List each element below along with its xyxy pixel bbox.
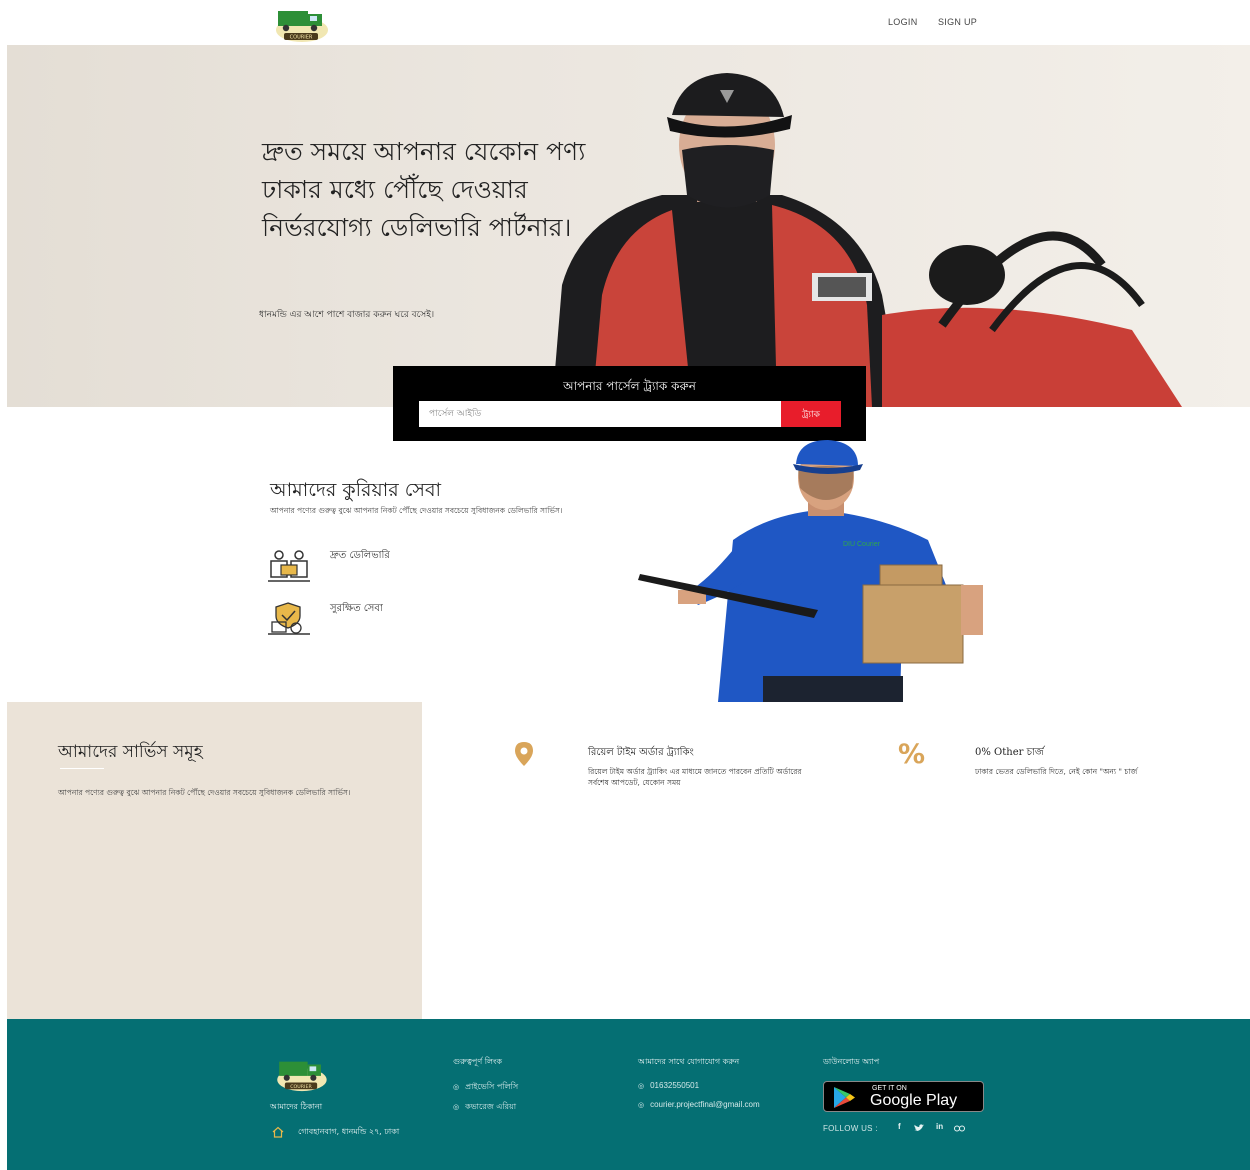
signup-link[interactable]: SIGN UP — [938, 17, 977, 27]
bullet-icon: ◎ — [638, 1101, 645, 1109]
svg-text:COURIER: COURIER — [290, 35, 313, 41]
app-title: ডাউনলোড অ্যাপ — [823, 1057, 880, 1066]
secure-service-icon — [268, 602, 310, 635]
store-name: Google Play — [870, 1092, 958, 1109]
links-title: গুরুত্বপূর্ণ লিংক — [453, 1057, 503, 1066]
link-icon[interactable] — [954, 1125, 965, 1132]
feature-charge-description: ঢাকার ভেতর ডেলিভারি দিতে, নেই কোন "অন্য … — [975, 767, 1138, 776]
address-title: আমাদের ঠিকানা — [270, 1102, 323, 1111]
track-parcel-box: আপনার পার্সেল ট্র্যাক করুন ট্র্যাক — [393, 366, 866, 441]
fast-delivery-label: দ্রুত ডেলিভারি — [330, 550, 390, 561]
track-title: আপনার পার্সেল ট্র্যাক করুন — [563, 379, 696, 393]
address-text: গোবহানবাগ, ধানমন্ডি ২৭, ঢাকা — [298, 1127, 400, 1136]
facebook-icon[interactable]: f — [898, 1122, 901, 1131]
shirt-logo-text: DIU Courier — [843, 541, 881, 548]
location-pin-icon — [515, 742, 533, 766]
percent-icon: % — [898, 739, 926, 770]
home-icon — [272, 1126, 284, 1138]
bullet-icon: ◎ — [638, 1082, 645, 1090]
login-link[interactable]: LOGIN — [888, 17, 918, 27]
email-link[interactable]: ◎ courier.projectfinal@gmail.com — [638, 1100, 760, 1109]
bullet-icon: ◎ — [453, 1103, 460, 1111]
google-play-icon — [834, 1087, 855, 1108]
site-footer — [7, 1019, 1250, 1170]
courier-service-title: আমাদের কুরিয়ার সেবা — [270, 479, 442, 501]
diu-courier-logo[interactable]: COURIER — [270, 4, 332, 44]
phone-link[interactable]: ◎ 01632550501 — [638, 1081, 699, 1090]
bullet-icon: ◎ — [453, 1083, 460, 1091]
site-header: COURIER LOGIN SIGN UP — [0, 0, 1250, 45]
services-divider — [60, 768, 104, 769]
parcel-id-input[interactable] — [419, 401, 781, 427]
svg-text:COURIER: COURIER — [290, 1084, 312, 1090]
feature-tracking-title: রিয়েল টাইম অর্ডার ট্র্যাকিং — [588, 747, 694, 758]
store-caption: GET IT ON — [872, 1085, 907, 1092]
secure-service-label: সুরক্ষিত সেবা — [330, 603, 383, 614]
track-button[interactable]: ট্র্যাক — [781, 401, 841, 427]
fast-delivery-icon — [268, 550, 310, 582]
hero-banner: দ্রুত সময়ে আপনার যেকোন পণ্য ঢাকার মধ্যে… — [7, 45, 1250, 407]
twitter-icon[interactable] — [914, 1124, 924, 1132]
follow-us-label: FOLLOW US : — [823, 1124, 878, 1133]
feature-charge-title: 0% Other চার্জ — [975, 747, 1044, 758]
google-play-badge[interactable]: GET IT ON Google Play — [823, 1081, 984, 1112]
courier-service-description: আপনার পণ্যের গুরুত্ব বুঝে আপনার নিকট পৌঁ… — [270, 506, 563, 515]
linkedin-icon[interactable]: in — [936, 1122, 943, 1131]
courier-man-photo: DIU Courier — [638, 440, 983, 702]
hero-subtitle: ধানমন্ডি এর আশে পাশে বাজার করুন ঘরে বসেই… — [259, 310, 435, 320]
contact-title: আমাদের সাথে যোগাযোগ করুন — [638, 1057, 740, 1066]
services-description: আপনার পণ্যের গুরুত্ব বুঝে আপনার নিকট পৌঁ… — [58, 788, 351, 797]
coverage-area-link[interactable]: ◎ কভারেজ এরিয়া — [453, 1101, 516, 1114]
feature-tracking-description: রিয়েল টাইম অর্ডার ট্র্যাকিং এর মাধ্যমে … — [588, 767, 802, 787]
privacy-policy-link[interactable]: ◎ প্রাইভেসি পলিসি — [453, 1081, 518, 1094]
footer-logo[interactable]: COURIER — [270, 1055, 332, 1093]
hero-title: দ্রুত সময়ে আপনার যেকোন পণ্য ঢাকার মধ্যে… — [262, 137, 586, 242]
services-title: আমাদের সার্ভিস সমূহ — [58, 742, 203, 762]
